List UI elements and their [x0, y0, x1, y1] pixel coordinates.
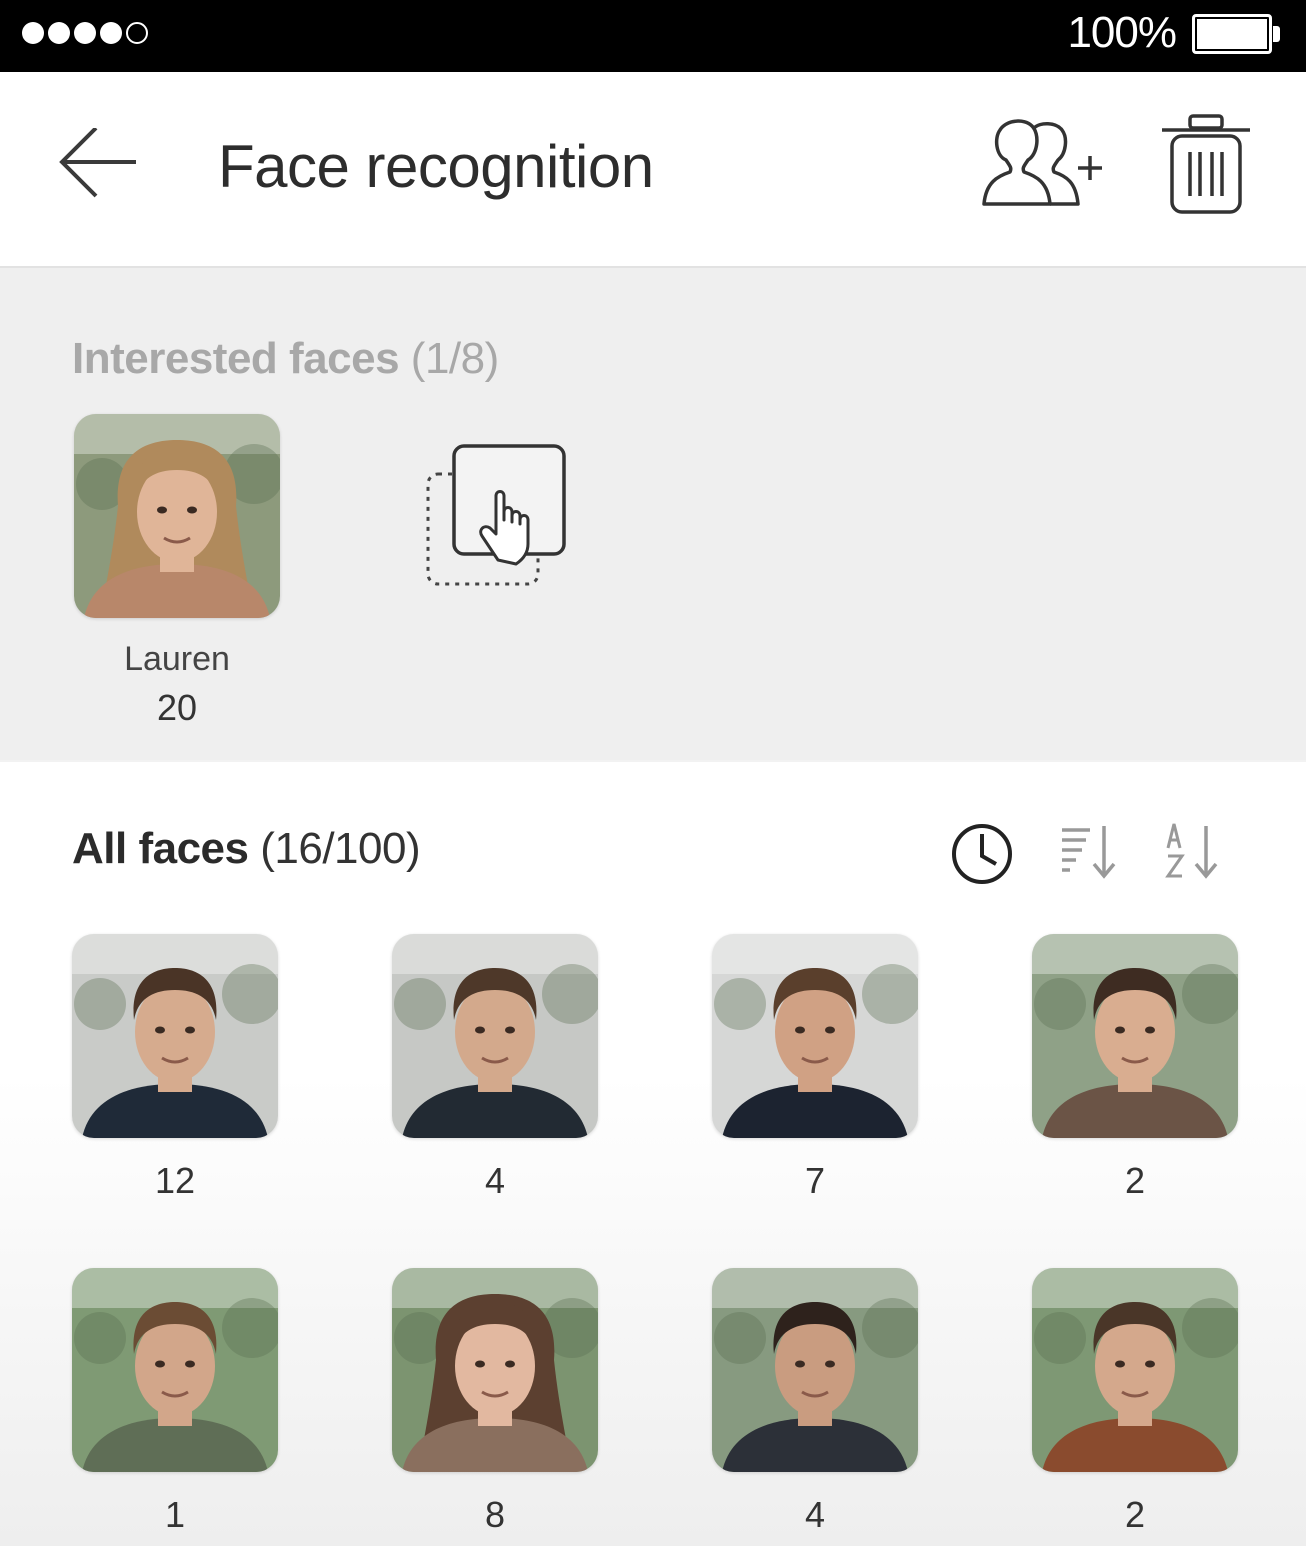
face-portrait [712, 934, 918, 1138]
face-photo-count: 4 [804, 1494, 826, 1535]
face-photo-count: 4 [484, 1160, 506, 1201]
signal-strength-icon [22, 22, 148, 44]
clock-sort-icon [952, 824, 1012, 884]
all-faces-heading: All faces (16/100) [72, 824, 421, 874]
face-portrait [392, 934, 598, 1138]
count-sort-icon [1062, 826, 1116, 879]
interested-faces-section: Interested faces (1/8) Lauren 20 [0, 268, 1306, 760]
page-title: Face recognition [218, 133, 654, 200]
app-bar: Face recognition [0, 72, 1306, 268]
face-photo-count: 7 [804, 1160, 826, 1201]
face-thumbnail [712, 1268, 918, 1472]
delete-button[interactable] [1160, 112, 1252, 216]
status-bar: 100% [0, 0, 1306, 72]
face-thumbnail [72, 934, 278, 1138]
face-photo-count: 8 [484, 1494, 506, 1535]
section-count: (16/100) [260, 824, 421, 873]
add-person-icon [982, 119, 1102, 206]
face-thumbnail [1032, 934, 1238, 1138]
signal-dot [100, 22, 122, 44]
face-portrait [712, 1268, 918, 1472]
face-portrait [1032, 934, 1238, 1138]
battery-percent: 100% [1067, 8, 1177, 57]
back-button[interactable] [56, 126, 142, 208]
face-thumbnail [712, 934, 918, 1138]
face-photo-count: 2 [1124, 1494, 1146, 1535]
drag-to-add-icon [426, 444, 566, 586]
face-photo-count: 1 [164, 1494, 186, 1535]
signal-dot [22, 22, 44, 44]
face-portrait [1032, 1268, 1238, 1472]
face-thumbnail [392, 934, 598, 1138]
interested-face-card[interactable]: Lauren 20 [74, 414, 280, 729]
sort-alphabetical-button[interactable] [1164, 818, 1234, 888]
sort-by-count-button[interactable] [1058, 818, 1128, 888]
face-card[interactable]: 2 [1032, 934, 1238, 1202]
signal-dot [74, 22, 96, 44]
face-portrait [72, 934, 278, 1138]
interested-faces-heading: Interested faces (1/8) [72, 334, 499, 384]
face-name: Lauren [124, 640, 230, 678]
face-photo-count: 2 [1124, 1160, 1146, 1201]
face-photo-count: 12 [154, 1160, 196, 1201]
sort-by-date-button[interactable] [948, 818, 1018, 888]
arrow-left-icon [59, 126, 136, 198]
section-label: Interested faces [72, 334, 400, 383]
all-faces-section: All faces (16/100) 12 4 7 2 1 8 4 2 [0, 762, 1306, 1546]
face-portrait [392, 1268, 598, 1472]
section-count: (1/8) [410, 334, 499, 383]
signal-dot [126, 22, 148, 44]
face-thumbnail [72, 1268, 278, 1472]
battery-icon [1192, 14, 1280, 54]
face-portrait [72, 1268, 278, 1472]
signal-dot [48, 22, 70, 44]
face-card[interactable]: 12 [72, 934, 278, 1202]
face-portrait [74, 414, 280, 618]
add-person-button[interactable] [978, 116, 1108, 216]
face-thumbnail [74, 414, 280, 618]
face-card[interactable]: 7 [712, 934, 918, 1202]
face-card[interactable]: 2 [1032, 1268, 1238, 1536]
face-card[interactable]: 1 [72, 1268, 278, 1536]
face-thumbnail [392, 1268, 598, 1472]
trash-icon [1162, 114, 1250, 214]
section-label: All faces [72, 824, 249, 873]
face-card[interactable]: 4 [392, 934, 598, 1202]
drag-hint[interactable] [420, 440, 580, 600]
face-card[interactable]: 8 [392, 1268, 598, 1536]
alpha-sort-icon [1165, 823, 1218, 879]
face-photo-count: 20 [156, 687, 198, 728]
face-card[interactable]: 4 [712, 1268, 918, 1536]
face-thumbnail [1032, 1268, 1238, 1472]
